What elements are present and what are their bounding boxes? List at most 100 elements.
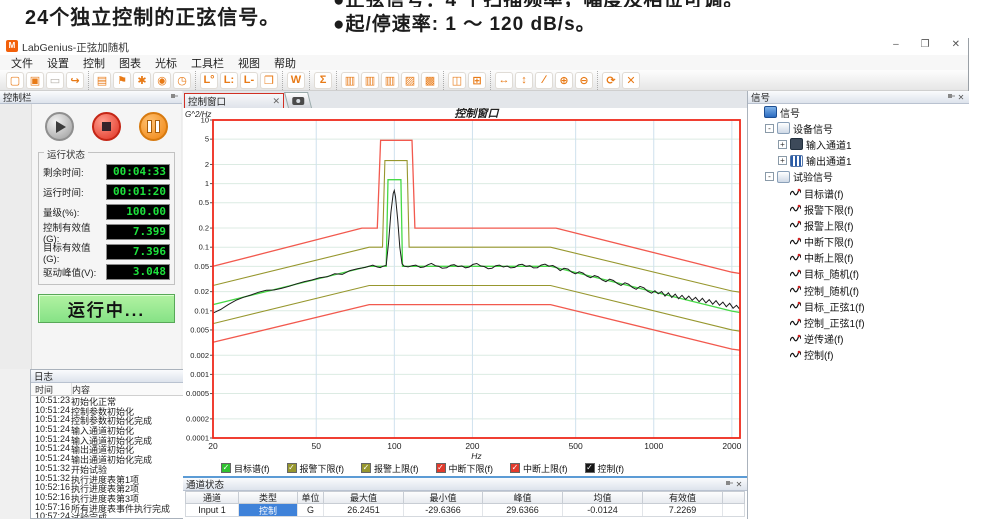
tree-item-逆传递(f)[interactable]: 逆传递(f) bbox=[748, 331, 969, 347]
chart-bars-1-icon[interactable]: ▥ bbox=[341, 72, 359, 89]
layout-pair-icon[interactable]: ◫ bbox=[448, 72, 466, 89]
tree-item-目标谱(f)[interactable]: 目标谱(f) bbox=[748, 185, 969, 201]
zoom-out-icon[interactable]: ⊖ bbox=[575, 72, 593, 89]
close-icon[interactable]: ✕ bbox=[956, 92, 966, 102]
snapshot-button[interactable] bbox=[284, 92, 312, 108]
fit-horizontal-icon[interactable]: ↔ bbox=[495, 72, 513, 89]
legend-checkbox-icon[interactable]: ✓ bbox=[221, 463, 231, 473]
copy-window-icon[interactable]: ❐ bbox=[260, 72, 278, 89]
word-report-icon[interactable]: W bbox=[287, 72, 305, 89]
stop-button[interactable] bbox=[92, 112, 121, 141]
print-icon[interactable]: ▤ bbox=[93, 72, 111, 89]
maximize-button[interactable]: ❐ bbox=[921, 39, 930, 50]
menu-item-6[interactable]: 视图 bbox=[231, 55, 267, 71]
channel-col-7[interactable]: 有效值 bbox=[643, 492, 723, 503]
tree-item-中断下限(f)[interactable]: 中断下限(f) bbox=[748, 234, 969, 250]
palette-disc-icon[interactable]: ◉ bbox=[153, 72, 171, 89]
log-content: 控制参数初始化 bbox=[71, 405, 134, 415]
legend-checkbox-icon[interactable]: ✓ bbox=[510, 463, 520, 473]
tree-item-试验信号[interactable]: -试验信号 bbox=[748, 169, 969, 185]
legend-item[interactable]: ✓中断上限(f) bbox=[510, 462, 568, 475]
settings-gear-icon[interactable]: ✱ bbox=[133, 72, 151, 89]
menu-item-1[interactable]: 设置 bbox=[40, 55, 76, 71]
refresh-icon[interactable]: ⟳ bbox=[602, 72, 620, 89]
chart-dark-icon[interactable]: ▩ bbox=[421, 72, 439, 89]
cursor-degree-icon[interactable]: L° bbox=[200, 72, 218, 89]
tree-item-信号[interactable]: 信号 bbox=[748, 104, 969, 120]
menu-item-3[interactable]: 图表 bbox=[112, 55, 148, 71]
legend-checkbox-icon[interactable]: ✓ bbox=[361, 463, 371, 473]
legend-label: 中断上限(f) bbox=[523, 462, 568, 475]
close-icon[interactable]: ✕ bbox=[734, 479, 744, 489]
fit-vertical-icon[interactable]: ↕ bbox=[515, 72, 533, 89]
channel-col-5[interactable]: 峰值 bbox=[483, 492, 563, 503]
menu-item-0[interactable]: 文件 bbox=[4, 55, 40, 71]
pause-button[interactable] bbox=[139, 112, 168, 141]
tree-item-控制(f)[interactable]: 控制(f) bbox=[748, 347, 969, 363]
tree-item-控制_随机(f)[interactable]: 控制_随机(f) bbox=[748, 282, 969, 298]
legend-item[interactable]: ✓控制(f) bbox=[585, 462, 625, 475]
sigma-stats-icon[interactable]: Σ bbox=[314, 72, 332, 89]
menu-item-2[interactable]: 控制 bbox=[76, 55, 112, 71]
pin-icon[interactable] bbox=[169, 92, 179, 102]
tree-expander-icon[interactable]: + bbox=[778, 156, 787, 165]
pin-icon[interactable] bbox=[724, 479, 734, 489]
tree-item-设备信号[interactable]: -设备信号 bbox=[748, 120, 969, 136]
reset-icon[interactable]: ✕ bbox=[622, 72, 640, 89]
tree-item-控制_正弦1(f)[interactable]: 控制_正弦1(f) bbox=[748, 314, 969, 330]
channel-row[interactable]: Input 1控制G26.2451-29.636629.6366-0.01247… bbox=[185, 504, 745, 517]
clock-icon[interactable]: ◷ bbox=[173, 72, 191, 89]
minimize-button[interactable]: – bbox=[893, 39, 899, 50]
channel-col-6[interactable]: 均值 bbox=[563, 492, 643, 503]
legend-item[interactable]: ✓目标谱(f) bbox=[221, 462, 270, 475]
zoom-in-icon[interactable]: ⊕ bbox=[555, 72, 573, 89]
tree-item-中断上限(f)[interactable]: 中断上限(f) bbox=[748, 250, 969, 266]
legend-checkbox-icon[interactable]: ✓ bbox=[287, 463, 297, 473]
chart-bars-3-icon[interactable]: ▥ bbox=[381, 72, 399, 89]
tree-item-报警上限(f)[interactable]: 报警上限(f) bbox=[748, 217, 969, 233]
log-time: 10:51:32 bbox=[31, 463, 71, 473]
close-button[interactable]: ✕ bbox=[952, 39, 960, 50]
channel-col-1[interactable]: 类型 bbox=[239, 492, 298, 503]
export-icon[interactable]: ↪ bbox=[66, 72, 84, 89]
cursor-dash-icon[interactable]: L- bbox=[240, 72, 258, 89]
save-icon[interactable]: ▣ bbox=[26, 72, 44, 89]
legend-item[interactable]: ✓中断下限(f) bbox=[436, 462, 494, 475]
tab-close-icon[interactable]: ✕ bbox=[272, 96, 280, 107]
legend-checkbox-icon[interactable]: ✓ bbox=[436, 463, 446, 473]
menu-item-4[interactable]: 光标 bbox=[148, 55, 184, 71]
tab-control-window[interactable]: 控制窗口 ✕ bbox=[184, 93, 284, 108]
log-time: 10:51:32 bbox=[31, 473, 71, 483]
channel-col-4[interactable]: 最小值 bbox=[404, 492, 483, 503]
legend-item[interactable]: ✓报警下限(f) bbox=[287, 462, 345, 475]
open-icon[interactable]: ▭ bbox=[46, 72, 64, 89]
tree-item-报警下限(f)[interactable]: 报警下限(f) bbox=[748, 201, 969, 217]
tree-expander-icon[interactable]: + bbox=[778, 140, 787, 149]
legend-item[interactable]: ✓报警上限(f) bbox=[361, 462, 419, 475]
tree-item-目标_随机(f)[interactable]: 目标_随机(f) bbox=[748, 266, 969, 282]
channel-col-3[interactable]: 最大值 bbox=[324, 492, 404, 503]
layout-grid-icon[interactable]: ⊞ bbox=[468, 72, 486, 89]
chart-bars-2-icon[interactable]: ▥ bbox=[361, 72, 379, 89]
start-button[interactable] bbox=[45, 112, 74, 141]
control-window-chart[interactable]: 105210.50.20.10.050.020.010.0050.0020.00… bbox=[183, 108, 747, 460]
flag-icon[interactable]: ⚑ bbox=[113, 72, 131, 89]
chart-canvas[interactable]: 105210.50.20.10.050.020.010.0050.0020.00… bbox=[183, 108, 747, 460]
menu-item-5[interactable]: 工具栏 bbox=[184, 55, 231, 71]
pin-icon[interactable] bbox=[946, 92, 956, 102]
channel-col-0[interactable]: 通道 bbox=[186, 492, 239, 503]
channel-col-2[interactable]: 单位 bbox=[298, 492, 324, 503]
status-field-label: 驱动峰值(V): bbox=[43, 265, 96, 279]
tree-expander-icon[interactable]: - bbox=[765, 172, 774, 181]
legend-checkbox-icon[interactable]: ✓ bbox=[585, 463, 595, 473]
autoscale-icon[interactable]: ∕ bbox=[535, 72, 553, 89]
chart-mixed-icon[interactable]: ▨ bbox=[401, 72, 419, 89]
app-logo-icon: M bbox=[6, 40, 18, 52]
new-file-icon[interactable]: ▢ bbox=[6, 72, 24, 89]
menu-item-7[interactable]: 帮助 bbox=[267, 55, 303, 71]
tree-expander-icon[interactable]: - bbox=[765, 124, 774, 133]
cursor-colon-icon[interactable]: L: bbox=[220, 72, 238, 89]
tree-item-输入通道1[interactable]: +输入通道1 bbox=[748, 136, 969, 152]
tree-item-目标_正弦1(f)[interactable]: 目标_正弦1(f) bbox=[748, 298, 969, 314]
tree-item-输出通道1[interactable]: +输出通道1 bbox=[748, 153, 969, 169]
